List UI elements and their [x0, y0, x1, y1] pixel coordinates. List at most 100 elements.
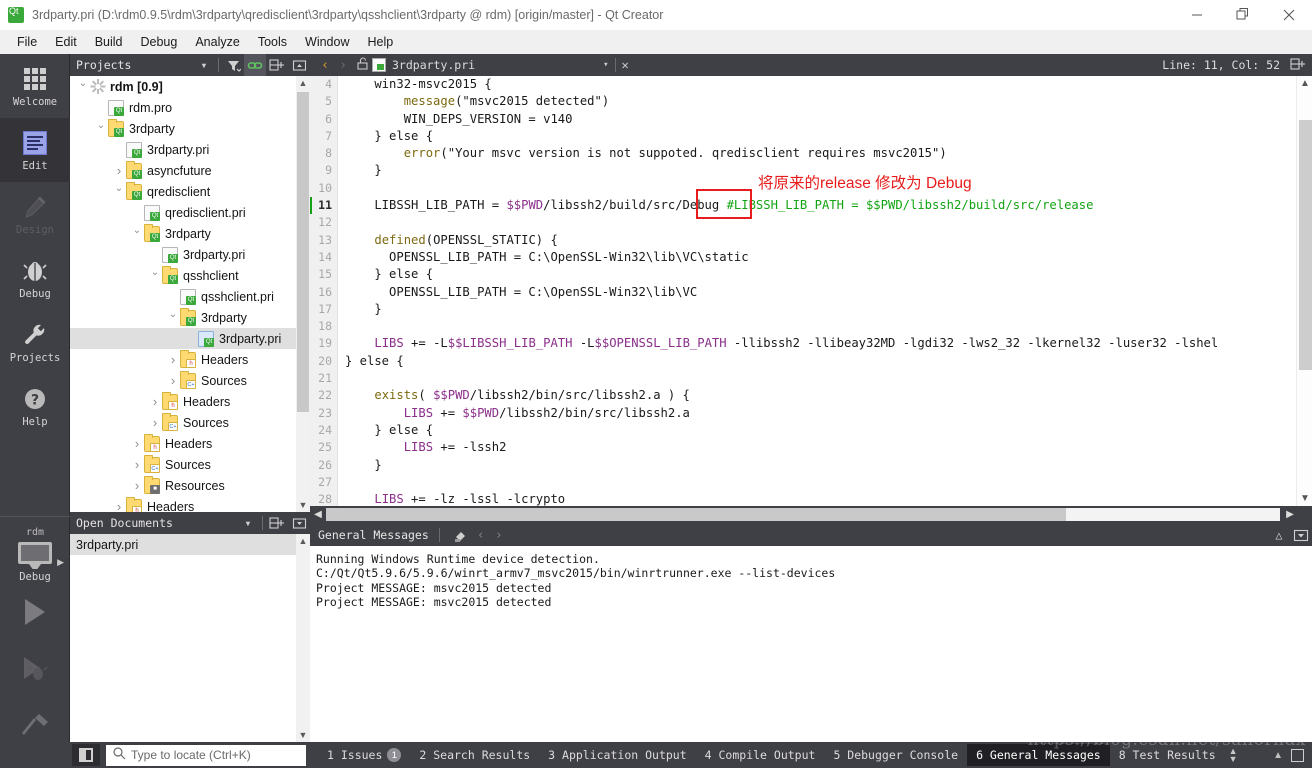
chevron-down-icon[interactable]: ▾ [193, 54, 215, 76]
code-line[interactable]: OPENSSL_LIB_PATH = C:\OpenSSL-Win32\lib\… [339, 284, 1312, 301]
split-icon[interactable] [266, 512, 288, 534]
expand-arrow-icon[interactable] [130, 478, 144, 493]
code-line[interactable] [339, 214, 1312, 231]
mode-design[interactable]: Design [0, 182, 70, 246]
tree-item-headers[interactable]: h Headers [70, 349, 310, 370]
menu-analyze[interactable]: Analyze [186, 32, 248, 52]
open-documents-scrollbar[interactable]: ▲ ▼ [296, 534, 310, 742]
mode-projects[interactable]: Projects [0, 310, 70, 374]
mode-welcome[interactable]: Welcome [0, 54, 70, 118]
menu-edit[interactable]: Edit [46, 32, 86, 52]
code-line[interactable]: } else { [339, 353, 1312, 370]
tree-item-sources[interactable]: C+ Sources [70, 454, 310, 475]
tree-item-3rdparty-pri[interactable]: Qt 3rdparty.pri [70, 139, 310, 160]
expand-arrow-icon[interactable] [148, 394, 162, 409]
menu-window[interactable]: Window [296, 32, 358, 52]
scroll-right-arrow-icon[interactable]: ▶ [1282, 506, 1298, 524]
code-line[interactable]: message("msvc2015 detected") [339, 93, 1312, 110]
code-line[interactable]: } [339, 457, 1312, 474]
mode-debug[interactable]: Debug [0, 246, 70, 310]
minimize-button[interactable] [1174, 0, 1220, 30]
expand-arrow-icon[interactable] [112, 163, 126, 178]
code-line[interactable]: error("Your msvc version is not suppoted… [339, 145, 1312, 162]
collapse-icon[interactable] [288, 512, 310, 534]
close-button[interactable] [1266, 0, 1312, 30]
tree-item-qsshclient-pri[interactable]: Qt qsshclient.pri [70, 286, 310, 307]
code-line[interactable] [339, 370, 1312, 387]
unlock-icon[interactable] [352, 57, 372, 73]
expand-arrow-icon[interactable] [130, 436, 144, 451]
navigate-forward-icon[interactable]: › [334, 58, 352, 73]
menu-build[interactable]: Build [86, 32, 132, 52]
scroll-thumb[interactable] [297, 92, 309, 412]
output-tab-8-test-results[interactable]: 8 Test Results [1110, 744, 1225, 766]
code-line[interactable]: LIBSSH_LIB_PATH = $$PWD/libssh2/build/sr… [339, 197, 1312, 214]
code-line[interactable]: LIBS += -lz -lssl -lcrypto [339, 491, 1312, 506]
collapse-icon[interactable] [288, 54, 310, 76]
scroll-left-arrow-icon[interactable]: ◀ [310, 506, 326, 524]
clear-icon[interactable] [450, 524, 472, 546]
code-line[interactable]: win32-msvc2015 { [339, 76, 1312, 93]
minimize-output-icon[interactable] [1290, 524, 1312, 546]
expand-arrow-icon[interactable] [94, 123, 108, 134]
scroll-down-arrow-icon[interactable]: ▼ [296, 498, 310, 512]
output-expand-icon[interactable]: ▲ [1273, 750, 1283, 761]
output-tab-6-general-messages[interactable]: 6 General Messages [967, 744, 1110, 766]
next-item-icon[interactable]: › [490, 528, 508, 543]
output-tab-4-compile-output[interactable]: 4 Compile Output [696, 744, 825, 766]
tree-item-qredisclient-pri[interactable]: Qt qredisclient.pri [70, 202, 310, 223]
expand-arrow-icon[interactable] [148, 415, 162, 430]
prev-item-icon[interactable]: ‹ [472, 528, 490, 543]
editor-vertical-scrollbar[interactable]: ▲ ▼ [1296, 76, 1312, 506]
maximize-restore-button[interactable] [1220, 0, 1266, 30]
code-line[interactable] [339, 318, 1312, 335]
output-tab-1-issues[interactable]: 1 Issues 1 [318, 744, 410, 766]
tree-item-sources[interactable]: C+ Sources [70, 370, 310, 391]
code-line[interactable]: defined(OPENSSL_STATIC) { [339, 232, 1312, 249]
code-line[interactable]: } [339, 301, 1312, 318]
scroll-up-arrow-icon[interactable]: ▲ [1297, 76, 1312, 91]
tree-item-3rdparty[interactable]: Qt 3rdparty [70, 223, 310, 244]
tree-item-qsshclient[interactable]: Qt qsshclient [70, 265, 310, 286]
editor-horizontal-scrollbar[interactable]: ◀ ▶ [310, 506, 1312, 524]
project-tree-scrollbar[interactable]: ▲ ▼ [296, 76, 310, 512]
tree-item-rdm-0-9[interactable]: rdm [0.9] [70, 76, 310, 97]
tree-item-resources[interactable]: ■ Resources [70, 475, 310, 496]
output-pane-spinner-icon[interactable]: ▲ ▼ [1229, 747, 1238, 764]
tree-item-3rdparty[interactable]: Qt 3rdparty [70, 118, 310, 139]
split-icon[interactable] [266, 54, 288, 76]
code-text-area[interactable]: win32-msvc2015 { message("msvc2015 detec… [339, 76, 1312, 506]
code-editor[interactable]: 4 5 6 7 8 9 10 11 12 13 14 15 16 17 18 19 20 21 22 23 24 25 26… [310, 76, 1312, 524]
code-line[interactable]: LIBS += -lssh2 [339, 439, 1312, 456]
link-icon[interactable] [244, 54, 266, 76]
expand-arrow-icon[interactable] [112, 186, 126, 197]
scroll-thumb[interactable] [326, 508, 1066, 521]
locator-input[interactable]: Type to locate (Ctrl+K) [106, 744, 306, 766]
output-tab-2-search-results[interactable]: 2 Search Results [410, 744, 539, 766]
scroll-down-arrow-icon[interactable]: ▼ [1297, 491, 1312, 506]
close-document-icon[interactable]: ✕ [622, 58, 629, 72]
output-pane-body[interactable]: Running Windows Runtime device detection… [310, 546, 1312, 742]
output-tab-3-application-output[interactable]: 3 Application Output [539, 744, 695, 766]
output-toggle-icon[interactable] [1291, 748, 1304, 762]
navigate-back-icon[interactable]: ‹ [316, 58, 334, 73]
tree-item-3rdparty[interactable]: Qt 3rdparty [70, 307, 310, 328]
scroll-up-arrow-icon[interactable]: ▲ [296, 76, 310, 90]
tree-item-headers[interactable]: h Headers [70, 433, 310, 454]
tree-item-sources[interactable]: C+ Sources [70, 412, 310, 433]
sidebar-toggle-icon[interactable] [72, 744, 100, 766]
tree-item-3rdparty-pri[interactable]: Qt 3rdparty.pri [70, 328, 310, 349]
chevron-down-icon[interactable]: ▾ [237, 512, 259, 534]
open-document-item[interactable]: 3rdparty.pri [70, 534, 310, 555]
tree-item-asyncfuture[interactable]: Qt asyncfuture [70, 160, 310, 181]
tree-item-qredisclient[interactable]: Qt qredisclient [70, 181, 310, 202]
mode-help[interactable]: ? Help [0, 374, 70, 438]
code-line[interactable]: } else { [339, 266, 1312, 283]
expand-arrow-icon[interactable] [148, 270, 162, 281]
menu-file[interactable]: File [8, 32, 46, 52]
maximize-caret-icon[interactable]: △ [1268, 524, 1290, 546]
expand-arrow-icon[interactable] [166, 373, 180, 388]
menu-help[interactable]: Help [358, 32, 402, 52]
expand-arrow-icon[interactable] [166, 312, 180, 323]
run-button[interactable] [0, 583, 70, 641]
